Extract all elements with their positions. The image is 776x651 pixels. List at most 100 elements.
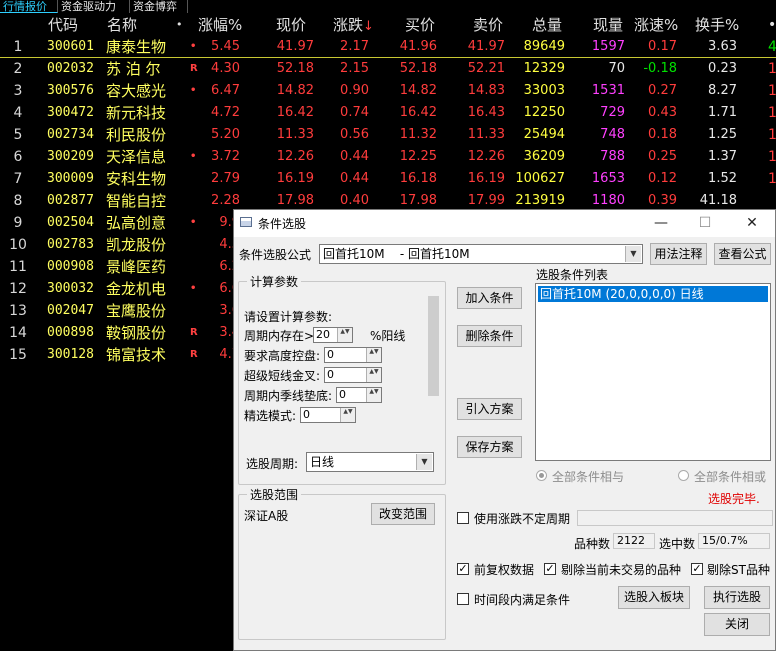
total-volume: 12329 — [523, 61, 565, 76]
add-to-board-button[interactable]: 选股入板块 — [618, 586, 690, 609]
price: 16.42 — [276, 105, 314, 120]
total-volume: 36209 — [523, 149, 565, 164]
col-header-code[interactable]: 代码 — [48, 15, 78, 35]
usage-notes-button[interactable]: 用法注释 — [650, 243, 707, 265]
col-header-price[interactable]: 现价 — [276, 15, 306, 35]
exclude-untraded-label: 剔除当前未交易的品种 — [561, 563, 682, 577]
param-input-2[interactable]: 0 ▲▼ — [324, 347, 382, 363]
turnover-pct: 0.23 — [708, 61, 737, 76]
bid-price: 41.96 — [399, 39, 437, 54]
col-header-change[interactable]: 涨跌↓ — [333, 15, 374, 35]
dialog-titlebar[interactable]: 条件选股 — ☐ ✕ — [234, 210, 775, 237]
row-index: 5 — [13, 127, 23, 143]
maximize-button[interactable]: ☐ — [690, 214, 720, 232]
save-scheme-button[interactable]: 保存方案 — [457, 436, 522, 458]
pre-adjust-checkbox[interactable]: ✓ — [457, 563, 469, 575]
row-index: 9 — [13, 215, 23, 231]
radio-and[interactable] — [536, 470, 547, 481]
speed-pct: 0.18 — [648, 127, 677, 142]
current-volume: 748 — [600, 127, 625, 142]
change-range-button[interactable]: 改变范围 — [371, 503, 435, 525]
clipped-cell: 1 — [768, 105, 776, 121]
col-header-current-volume[interactable]: 现量 — [593, 15, 623, 35]
current-volume: 1653 — [591, 171, 625, 186]
param-input-1[interactable]: 20 ▲▼ — [313, 327, 353, 343]
price: 12.26 — [276, 149, 314, 164]
table-row[interactable]: 1 300601 康泰生物 • 5.45 41.97 2.17 41.96 41.97 89649… — [0, 36, 776, 58]
condition-list-item[interactable]: 回首托10M (20,0,0,0,0) 日线 — [538, 286, 768, 302]
param-label-2: 要求高度控盘: — [244, 349, 321, 363]
current-volume: 788 — [600, 149, 625, 164]
ask-price: 12.26 — [467, 149, 505, 164]
tab-fund-game[interactable]: 资金博弈 — [130, 0, 188, 13]
col-header-bid[interactable]: 买价 — [405, 15, 435, 35]
add-condition-button[interactable]: 加入条件 — [457, 287, 522, 309]
count-value: 2122 — [613, 533, 655, 549]
col-header-ask[interactable]: 卖价 — [473, 15, 503, 35]
pct-change: 2.79 — [211, 171, 240, 186]
chevron-down-icon[interactable]: ▼ — [625, 246, 641, 262]
spin-arrows-icon[interactable]: ▲▼ — [366, 368, 381, 382]
range-group-title: 选股范围 — [247, 486, 302, 503]
row-index: 7 — [13, 171, 23, 187]
close-button[interactable]: 关闭 — [704, 613, 770, 636]
turnover-pct: 8.27 — [708, 83, 737, 98]
change: 2.15 — [340, 61, 369, 76]
scroll-thumb[interactable] — [428, 296, 439, 396]
minimize-button[interactable]: — — [646, 214, 676, 232]
tab-quotes[interactable]: 行情报价 — [0, 0, 58, 13]
param-input-3[interactable]: 0 ▲▼ — [324, 367, 382, 383]
param-label-5: 精选模式: — [244, 409, 297, 423]
exclude-untraded-checkbox[interactable]: ✓ — [544, 563, 556, 575]
spin-arrows-icon[interactable]: ▲▼ — [366, 348, 381, 362]
radio-or-label: 全部条件相或 — [694, 470, 767, 484]
import-scheme-button[interactable]: 引入方案 — [457, 398, 522, 420]
bid-price: 12.25 — [399, 149, 437, 164]
condition-list[interactable]: 回首托10M (20,0,0,0,0) 日线 — [535, 283, 771, 461]
row-index: 1 — [13, 39, 23, 55]
delete-condition-button[interactable]: 删除条件 — [457, 325, 522, 347]
row-index: 3 — [13, 83, 23, 99]
col-header-pct[interactable]: 涨幅% — [198, 15, 242, 35]
formula-select[interactable]: 回首托10M - 回首托10M ▼ — [319, 244, 643, 264]
view-formula-button[interactable]: 查看公式 — [714, 243, 771, 265]
change: 0.44 — [340, 149, 369, 164]
table-row[interactable]: 7 300009 安科生物 2.79 16.19 0.44 16.18 16.19 100627… — [0, 168, 776, 190]
spin-arrows-icon[interactable]: ▲▼ — [337, 328, 352, 342]
tab-fund-drive[interactable]: 资金驱动力 — [58, 0, 130, 13]
table-row[interactable]: 5 002734 利民股份 5.20 11.33 0.56 11.32 11.33 25494 7… — [0, 124, 776, 146]
speed-pct: 0.12 — [648, 171, 677, 186]
table-row[interactable]: 6 300209 天泽信息 • 3.72 12.26 0.44 12.25 12.26 36209… — [0, 146, 776, 168]
table-row[interactable]: 3 300576 容大感光 • 6.47 14.82 0.90 14.82 14.83 33003… — [0, 80, 776, 102]
spin-arrows-icon[interactable]: ▲▼ — [340, 408, 355, 422]
close-window-button[interactable]: ✕ — [737, 214, 767, 232]
col-header-speed[interactable]: 涨速% — [634, 15, 678, 35]
count-label: 品种数 — [574, 537, 611, 551]
total-volume: 100627 — [515, 171, 565, 186]
param-input-4[interactable]: 0 ▲▼ — [336, 387, 382, 403]
time-segment-checkbox[interactable] — [457, 593, 469, 605]
table-row[interactable]: 4 300472 新元科技 4.72 16.42 0.74 16.42 16.43 12250 7… — [0, 102, 776, 124]
execute-button[interactable]: 执行选股 — [704, 586, 770, 609]
use-uncertain-checkbox[interactable] — [457, 512, 469, 524]
stock-code: 000908 — [47, 259, 94, 274]
time-segment-label: 时间段内满足条件 — [474, 593, 571, 607]
period-select[interactable]: 日线 ▼ — [306, 452, 434, 472]
bid-price: 14.82 — [399, 83, 437, 98]
params-scrollbar[interactable] — [426, 294, 441, 424]
col-header-name[interactable]: 名称 — [107, 15, 137, 35]
clipped-cell: 1 — [768, 127, 776, 143]
exclude-st-label: 剔除ST品种 — [707, 563, 770, 577]
param-input-5[interactable]: 0 ▲▼ — [300, 407, 356, 423]
radio-or[interactable] — [678, 470, 689, 481]
col-header-turnover[interactable]: 换手% — [695, 15, 739, 35]
spin-arrows-icon[interactable]: ▲▼ — [366, 388, 381, 402]
chevron-down-icon[interactable]: ▼ — [416, 454, 432, 470]
param-value-3: 0 — [327, 368, 334, 381]
selected-label: 选中数 — [659, 537, 696, 551]
stock-name: 天泽信息 — [106, 148, 167, 166]
table-row[interactable]: 2 002032 苏 泊 尔 R 4.30 52.18 2.15 52.18 52.21 1232… — [0, 58, 776, 80]
param-suffix-1: %阳线 — [370, 329, 406, 343]
exclude-st-checkbox[interactable]: ✓ — [691, 563, 703, 575]
col-header-volume[interactable]: 总量 — [532, 15, 562, 35]
